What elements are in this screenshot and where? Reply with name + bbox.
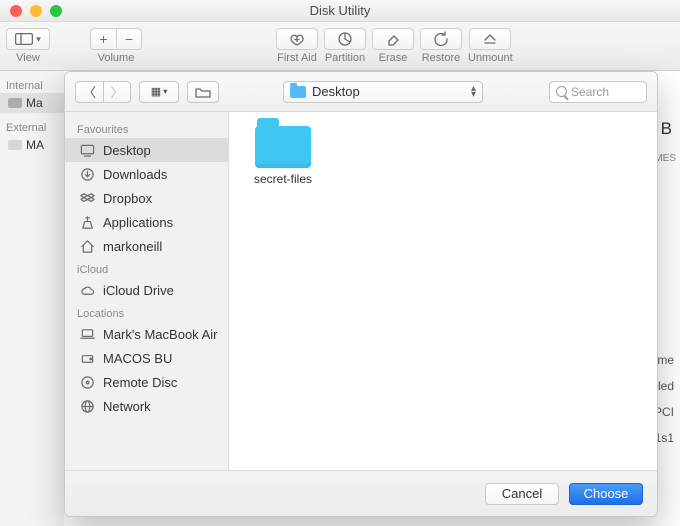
sidebar-item-desktop[interactable]: Desktop bbox=[65, 138, 228, 162]
downloads-icon bbox=[79, 166, 95, 182]
sidebar-item-label: Desktop bbox=[103, 143, 151, 158]
external-header: External bbox=[0, 119, 64, 135]
cancel-button[interactable]: Cancel bbox=[485, 483, 559, 505]
info-value-2: led bbox=[658, 379, 674, 393]
sidebar-item-applications[interactable]: Applications bbox=[65, 210, 228, 234]
dialog-toolbar: 〈 〉 ▦ ▾ Desktop ▴▾ Search bbox=[65, 72, 657, 112]
sidebar-item-icloud[interactable]: iCloud Drive bbox=[65, 278, 228, 302]
group-button[interactable] bbox=[187, 81, 219, 103]
internal-header: Internal bbox=[0, 77, 64, 93]
volume-segmented: + − bbox=[90, 28, 142, 50]
volume-label: Volume bbox=[98, 52, 135, 64]
sidebar-item-home[interactable]: markoneill bbox=[65, 234, 228, 258]
laptop-icon bbox=[79, 326, 95, 342]
partition-label: Partition bbox=[325, 52, 365, 64]
icloud-header: iCloud bbox=[65, 258, 228, 278]
network-icon bbox=[79, 398, 95, 414]
internal-disk-item[interactable]: Ma bbox=[0, 93, 64, 113]
app-toolbar: ▾ View + − Volume First Aid Partition Er… bbox=[0, 22, 680, 71]
sidebar-item-laptop[interactable]: Mark's MacBook Air bbox=[65, 322, 228, 346]
volume-remove-button[interactable]: − bbox=[116, 28, 142, 50]
folder-icon bbox=[195, 86, 211, 98]
first-aid-button[interactable] bbox=[276, 28, 318, 50]
search-icon bbox=[556, 86, 567, 97]
sidebar-item-label: Downloads bbox=[103, 167, 167, 182]
sidebar-item-label: Network bbox=[103, 399, 151, 414]
volume-add-button[interactable]: + bbox=[90, 28, 116, 50]
partition-button[interactable] bbox=[324, 28, 366, 50]
sidebar-item-label: iCloud Drive bbox=[103, 283, 174, 298]
sidebar-item-label: Dropbox bbox=[103, 191, 152, 206]
location-label: Desktop bbox=[312, 84, 465, 99]
dialog-content[interactable]: secret-files bbox=[229, 112, 657, 470]
folder-icon bbox=[290, 86, 306, 98]
file-chooser-dialog: 〈 〉 ▦ ▾ Desktop ▴▾ Search Favourites Des… bbox=[64, 71, 658, 517]
sidebar-item-downloads[interactable]: Downloads bbox=[65, 162, 228, 186]
folder-icon bbox=[255, 126, 311, 168]
dialog-footer: Cancel Choose bbox=[65, 470, 657, 516]
disc-icon bbox=[79, 374, 95, 390]
favourites-header: Favourites bbox=[65, 118, 228, 138]
toolbar-actions: First Aid Partition Erase Restore Unmoun… bbox=[276, 28, 513, 64]
info-value-b: B bbox=[657, 119, 672, 139]
sidebar-item-label: MACOS BU bbox=[103, 351, 172, 366]
erase-button[interactable] bbox=[372, 28, 414, 50]
sidebar-item-label: markoneill bbox=[103, 239, 162, 254]
first-aid-label: First Aid bbox=[277, 52, 317, 64]
applications-icon bbox=[79, 214, 95, 230]
dropbox-icon bbox=[79, 190, 95, 206]
locations-header: Locations bbox=[65, 302, 228, 322]
location-popup[interactable]: Desktop ▴▾ bbox=[283, 81, 483, 103]
cancel-label: Cancel bbox=[502, 486, 542, 501]
folder-label: secret-files bbox=[254, 172, 312, 186]
sidebar-item-label: Applications bbox=[103, 215, 173, 230]
titlebar: Disk Utility bbox=[0, 0, 680, 22]
info-value-1: me bbox=[657, 353, 674, 367]
external-disk-label: MA bbox=[26, 138, 44, 152]
grid-icon: ▦ bbox=[151, 85, 161, 98]
disk-icon bbox=[79, 350, 95, 366]
desktop-icon bbox=[79, 142, 95, 158]
sidebar-item-label: Remote Disc bbox=[103, 375, 177, 390]
sidebar-item-label: Mark's MacBook Air bbox=[103, 327, 217, 342]
erase-label: Erase bbox=[379, 52, 408, 64]
sidebar-item-ext-disk[interactable]: MACOS BU bbox=[65, 346, 228, 370]
unmount-label: Unmount bbox=[468, 52, 513, 64]
sidebar-item-network[interactable]: Network bbox=[65, 394, 228, 418]
choose-label: Choose bbox=[584, 486, 629, 501]
forward-button[interactable]: 〉 bbox=[103, 81, 131, 103]
search-field[interactable]: Search bbox=[549, 81, 647, 103]
search-placeholder: Search bbox=[571, 85, 609, 99]
home-icon bbox=[79, 238, 95, 254]
folder-item[interactable]: secret-files bbox=[243, 126, 323, 186]
choose-button[interactable]: Choose bbox=[569, 483, 643, 505]
unmount-button[interactable] bbox=[469, 28, 511, 50]
restore-label: Restore bbox=[422, 52, 461, 64]
view-mode-button[interactable]: ▦ ▾ bbox=[139, 81, 179, 103]
nav-segmented: 〈 〉 bbox=[75, 81, 131, 103]
disk-icon bbox=[8, 98, 22, 108]
updown-icon: ▴▾ bbox=[471, 86, 476, 98]
sidebar-toggle-button[interactable]: ▾ bbox=[6, 28, 50, 50]
internal-disk-label: Ma bbox=[26, 96, 43, 110]
external-disk-item[interactable]: MA bbox=[0, 135, 64, 155]
restore-button[interactable] bbox=[420, 28, 462, 50]
sidebar-item-remote-disc[interactable]: Remote Disc bbox=[65, 370, 228, 394]
chevron-down-icon: ▾ bbox=[163, 87, 167, 96]
window-title: Disk Utility bbox=[0, 3, 680, 18]
dialog-sidebar: Favourites Desktop Downloads Dropbox App… bbox=[65, 112, 229, 470]
sidebar-item-dropbox[interactable]: Dropbox bbox=[65, 186, 228, 210]
back-button[interactable]: 〈 bbox=[75, 81, 103, 103]
disk-icon bbox=[8, 140, 22, 150]
view-label: View bbox=[16, 52, 40, 64]
device-sidebar: Internal Ma External MA bbox=[0, 71, 64, 526]
cloud-icon bbox=[79, 282, 95, 298]
